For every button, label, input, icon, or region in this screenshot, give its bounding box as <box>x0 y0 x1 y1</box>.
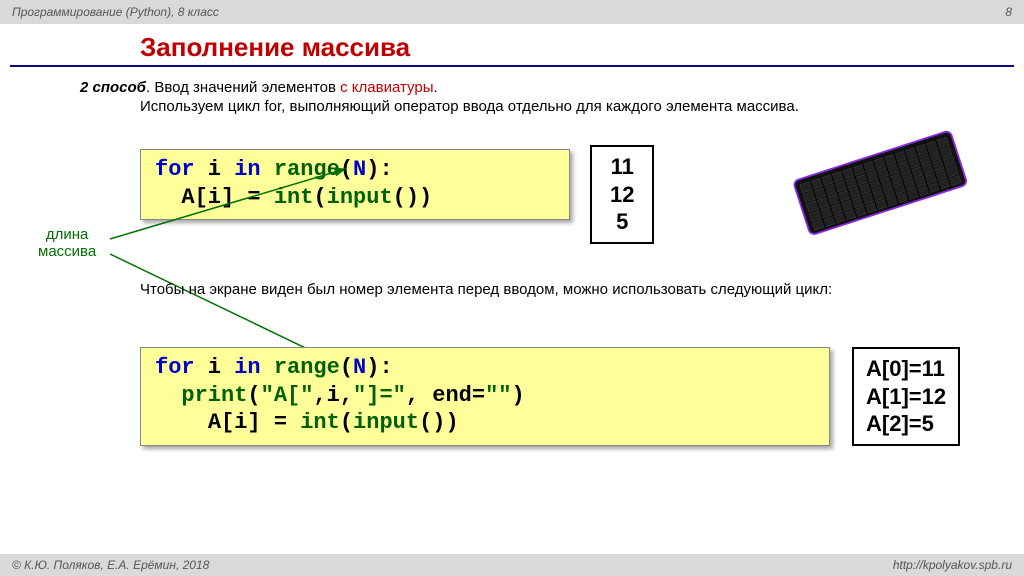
out1-l3: 5 <box>610 208 634 236</box>
out1-l1: 11 <box>610 153 634 181</box>
code-block-2: for i in range(N): print("A[",i,"]=", en… <box>140 347 830 446</box>
out2-l3: A[2]=5 <box>866 410 946 438</box>
method-label: 2 способ <box>80 79 146 96</box>
topbar-left: Программирование (Python), 8 класс <box>12 0 219 24</box>
keyboard-highlight: с клавиатуры <box>340 79 433 96</box>
keyboard-image <box>780 127 980 237</box>
paragraph-method: 2 способ. Ввод значений элементов с клав… <box>80 79 1004 96</box>
out2-l1: A[0]=11 <box>866 355 946 383</box>
paragraph-variant: Чтобы на экране виден был номер элемента… <box>140 281 964 298</box>
title-rule <box>10 65 1014 67</box>
code-block-1: for i in range(N): A[i] = int(input()) <box>140 149 570 220</box>
bottombar: © К.Ю. Поляков, Е.А. Ерёмин, 2018 http:/… <box>0 554 1024 576</box>
content: 2 способ. Ввод значений элементов с клав… <box>20 79 1004 115</box>
output-box-1: 11 12 5 <box>590 145 654 244</box>
copyright: © К.Ю. Поляков, Е.А. Ерёмин, 2018 <box>12 554 209 576</box>
url: http://kpolyakov.spb.ru <box>893 554 1012 576</box>
out2-l2: A[1]=12 <box>866 383 946 411</box>
paragraph-for-loop: Используем цикл for, выполняющий операто… <box>140 98 1004 115</box>
page-title: Заполнение массива <box>140 32 1024 63</box>
output-box-2: A[0]=11 A[1]=12 A[2]=5 <box>852 347 960 446</box>
topbar: Программирование (Python), 8 класс 8 <box>0 0 1024 24</box>
out1-l2: 12 <box>610 181 634 209</box>
page-number: 8 <box>1005 0 1012 24</box>
note-array-length: длина массива <box>38 227 96 260</box>
